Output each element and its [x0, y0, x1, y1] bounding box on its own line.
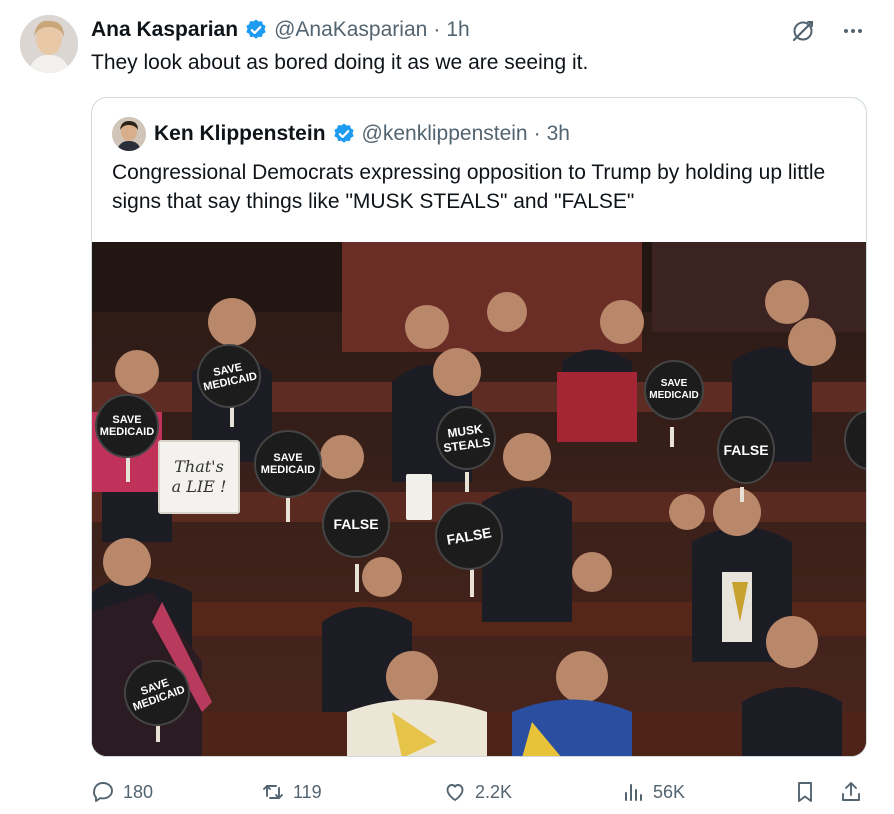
- sign-save-medicaid-5: SAVE MEDICAID: [644, 360, 704, 420]
- quoted-header: Ken Klippenstein @kenklippenstein · 3h: [154, 118, 570, 150]
- verified-badge-icon[interactable]: [244, 18, 268, 42]
- quoted-media-image[interactable]: SAVE MEDICAID SAVE MEDICAID SAVE MEDICAI…: [92, 242, 866, 756]
- bookmark-icon: [793, 780, 817, 804]
- verified-badge-icon[interactable]: [332, 122, 356, 146]
- tweet-timestamp[interactable]: 1h: [446, 18, 469, 42]
- action-bar: 180 119 2.2K 56K: [91, 774, 867, 810]
- sign-line: SAVE: [273, 452, 303, 464]
- separator-dot: ·: [533, 122, 541, 145]
- sign-line: SAVE: [660, 378, 688, 389]
- quoted-tweet[interactable]: Ken Klippenstein @kenklippenstein · 3h C…: [91, 97, 867, 757]
- views-count: 56K: [653, 781, 686, 802]
- sign-line: MEDICAID: [260, 464, 316, 476]
- reply-button[interactable]: 180: [91, 774, 153, 810]
- quoted-text: Congressional Democrats expressing oppos…: [112, 161, 826, 213]
- grok-icon[interactable]: [788, 16, 818, 46]
- reply-count: 180: [123, 781, 154, 802]
- quoted-timestamp[interactable]: 3h: [547, 122, 570, 146]
- sign-line: FALSE: [723, 442, 769, 458]
- quoted-author-avatar[interactable]: [112, 117, 146, 151]
- sign-false-3: FALSE: [717, 416, 775, 484]
- sign-line: MEDICAID: [649, 390, 699, 401]
- views-button[interactable]: 56K: [621, 774, 685, 810]
- paper-sign-line: a LIE !: [171, 477, 227, 496]
- sign-false-1: FALSE: [322, 490, 390, 558]
- separator-dot: ·: [433, 18, 441, 41]
- sign-save-medicaid-3: SAVE MEDICAID: [254, 430, 322, 498]
- like-button[interactable]: 2.2K: [443, 774, 512, 810]
- like-icon: [443, 780, 467, 804]
- sign-line: MEDICAID: [99, 426, 155, 438]
- tweet-text: They look about as bored doing it as we …: [91, 51, 589, 74]
- quoted-author-handle[interactable]: @kenklippenstein: [362, 122, 528, 146]
- paper-sign-line: That's: [174, 457, 224, 476]
- sign-line: FALSE: [445, 524, 493, 548]
- repost-icon: [261, 780, 285, 804]
- bookmark-button[interactable]: [793, 774, 817, 810]
- sign-line: SAVE: [112, 414, 142, 426]
- quoted-author-name[interactable]: Ken Klippenstein: [154, 122, 326, 146]
- repost-button[interactable]: 119: [261, 774, 322, 810]
- author-name[interactable]: Ana Kasparian: [91, 18, 238, 42]
- author-handle[interactable]: @AnaKasparian: [274, 18, 427, 42]
- views-icon: [621, 780, 645, 804]
- like-count: 2.2K: [475, 781, 513, 802]
- reply-icon: [91, 780, 115, 804]
- tweet-top-actions: [788, 16, 868, 46]
- sign-save-medicaid-2: SAVE MEDICAID: [95, 394, 159, 458]
- tweet-header: Ana Kasparian @AnaKasparian · 1h: [91, 14, 470, 46]
- share-icon: [839, 780, 863, 804]
- more-icon[interactable]: [838, 16, 868, 46]
- author-avatar[interactable]: [20, 15, 78, 73]
- paper-sign-thats-a-lie: That's a LIE !: [158, 440, 240, 514]
- sign-line: FALSE: [333, 516, 379, 532]
- repost-count: 119: [293, 781, 322, 802]
- white-card: [406, 474, 432, 520]
- share-button[interactable]: [839, 774, 863, 810]
